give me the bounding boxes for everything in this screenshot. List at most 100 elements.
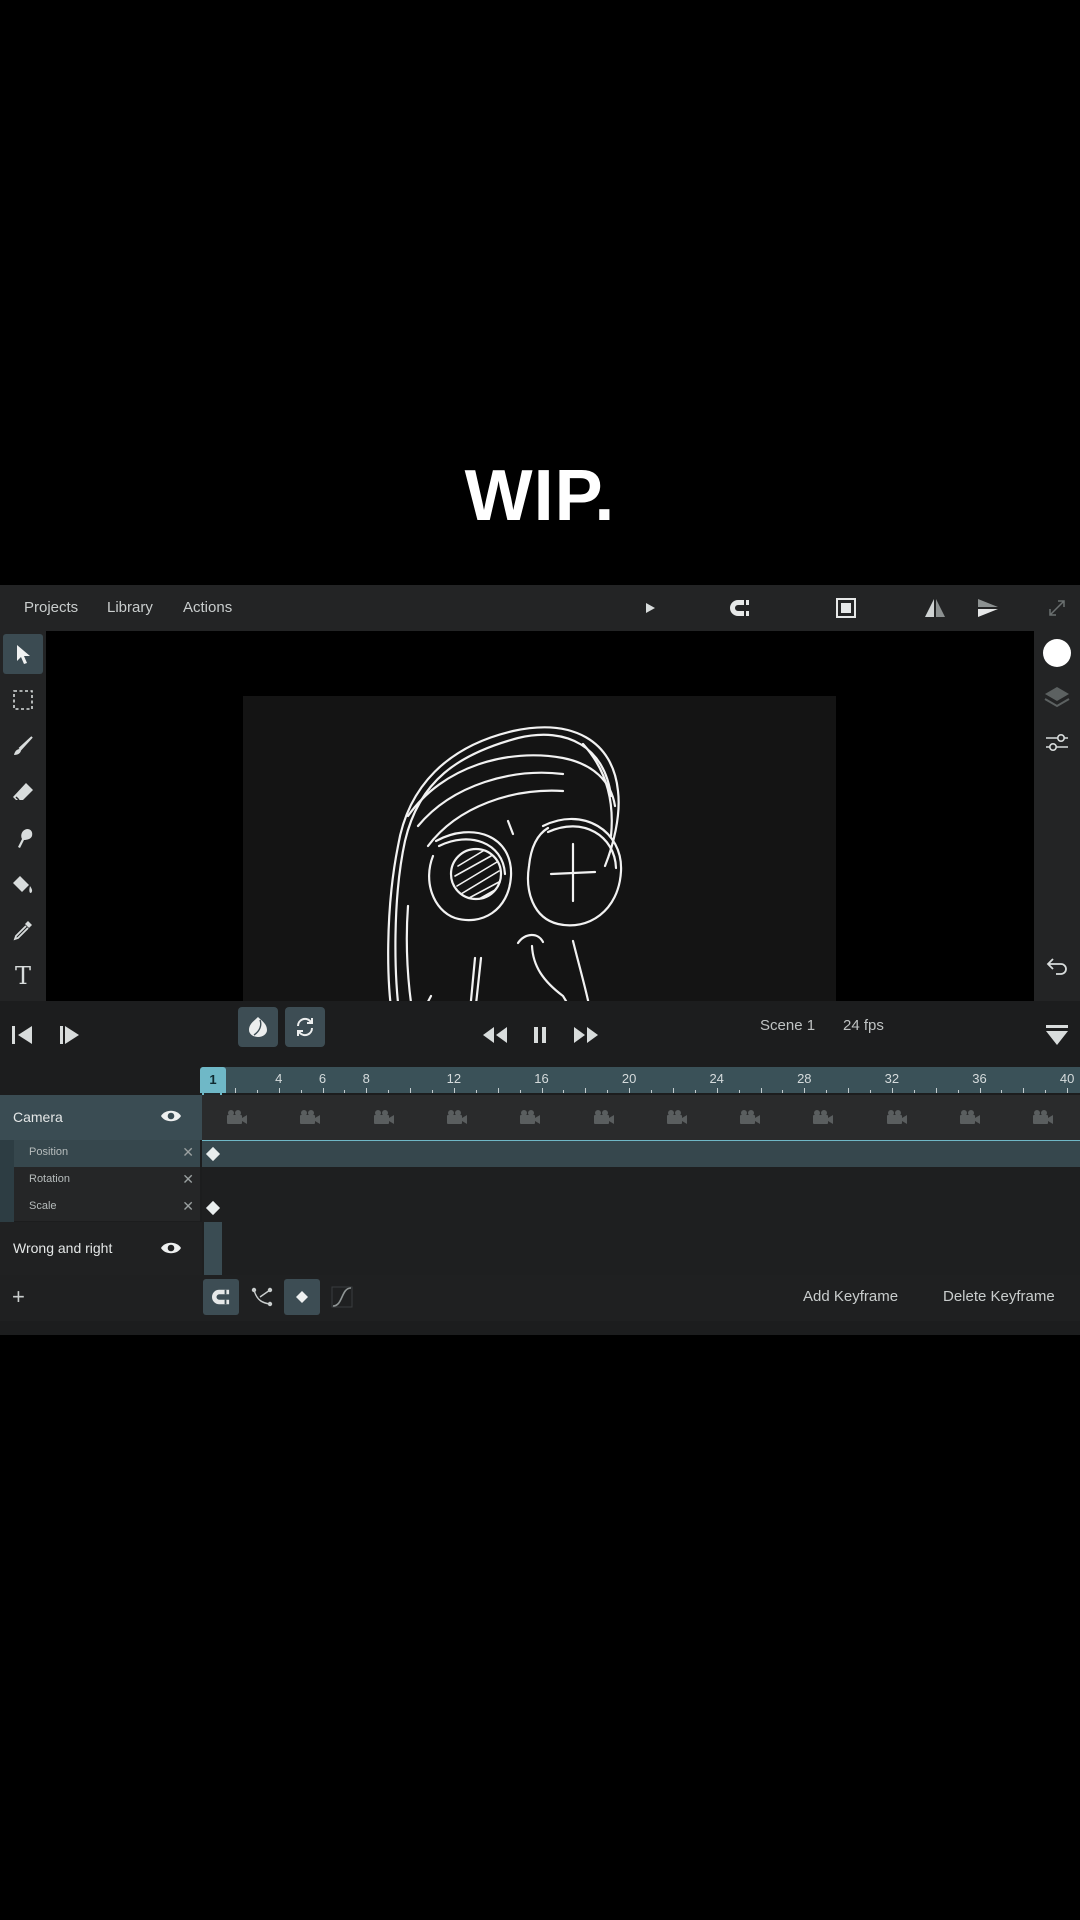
ruler-tick xyxy=(804,1088,806,1093)
ruler-label: 28 xyxy=(797,1071,812,1086)
position-track[interactable] xyxy=(202,1140,1080,1167)
ruler-label: 40 xyxy=(1059,1071,1075,1086)
layer-camera[interactable]: Camera xyxy=(0,1095,202,1140)
keyframe[interactable] xyxy=(205,1146,221,1162)
ruler-tick xyxy=(300,1090,302,1093)
layers-icon[interactable] xyxy=(1043,683,1071,711)
ruler-tick xyxy=(1023,1088,1025,1093)
ruler-tick xyxy=(870,1090,871,1093)
smudge-tool-icon[interactable] xyxy=(3,818,43,858)
close-icon[interactable]: ✕ xyxy=(182,1144,194,1161)
camera-icon xyxy=(812,1109,834,1125)
magnet-icon[interactable] xyxy=(203,1279,239,1315)
flip-horizontal-icon[interactable] xyxy=(923,596,947,620)
eye-icon[interactable] xyxy=(160,1240,182,1261)
camera-track[interactable] xyxy=(202,1095,1080,1140)
sketch-drawing xyxy=(387,726,623,1034)
property-position[interactable]: Position ✕ xyxy=(14,1140,200,1167)
previous-frame-icon[interactable] xyxy=(8,1021,36,1049)
ruler-label: 16 xyxy=(534,1071,549,1086)
tools-panel: T xyxy=(0,631,46,1001)
text-tool-icon[interactable]: T xyxy=(3,956,43,996)
onion-skin-button[interactable] xyxy=(238,1007,278,1047)
ruler-label: 8 xyxy=(362,1071,370,1086)
canvas-size-icon[interactable] xyxy=(834,596,858,620)
camera-icon xyxy=(666,1109,688,1125)
pause-icon[interactable] xyxy=(526,1021,554,1049)
close-icon[interactable]: ✕ xyxy=(182,1198,194,1215)
menu-library[interactable]: Library xyxy=(107,599,153,616)
property-scale[interactable]: Scale ✕ xyxy=(14,1194,200,1221)
ruler-tick xyxy=(760,1088,762,1093)
wrong-and-right-track[interactable] xyxy=(202,1222,1080,1275)
property-rotation[interactable]: Rotation ✕ xyxy=(14,1167,200,1194)
ruler-label: 6 xyxy=(318,1071,327,1086)
fill-tool-icon[interactable] xyxy=(3,864,43,904)
caption-title: WIP. xyxy=(464,456,616,536)
fps-label[interactable]: 24 fps xyxy=(843,1017,884,1034)
ruler-label: 24 xyxy=(709,1071,724,1086)
expand-icon[interactable] xyxy=(1045,596,1069,620)
loop-button[interactable] xyxy=(285,1007,325,1047)
eyedropper-tool-icon[interactable] xyxy=(3,910,43,950)
current-frame-indicator[interactable]: 1 xyxy=(200,1067,226,1093)
motion-path-icon[interactable] xyxy=(244,1279,280,1315)
ruler-tick xyxy=(344,1090,346,1093)
marquee-tool-icon[interactable] xyxy=(3,680,43,720)
camera-icon xyxy=(959,1109,981,1125)
rotation-track[interactable] xyxy=(202,1167,1080,1194)
fast-forward-icon[interactable] xyxy=(572,1021,600,1049)
animation-app: Projects Library Actions T Scene 1 24 fp… xyxy=(0,585,1080,1335)
delete-keyframe-button[interactable]: Delete Keyframe xyxy=(943,1288,1055,1305)
keyframe[interactable] xyxy=(205,1200,221,1216)
collapse-timeline-icon[interactable] xyxy=(1043,1021,1071,1049)
top-bar: Projects Library Actions xyxy=(0,585,1080,631)
flip-vertical-icon[interactable] xyxy=(976,596,1000,620)
ruler-tick xyxy=(694,1090,696,1093)
scene-name[interactable]: Scene 1 xyxy=(760,1017,815,1034)
ruler-tick xyxy=(1001,1090,1003,1093)
ruler-label: 36 xyxy=(972,1071,987,1086)
layer-name: Camera xyxy=(13,1109,63,1125)
eye-icon[interactable] xyxy=(160,1108,182,1129)
timeline-ruler[interactable]: 4 6 8 12 16 20 24 28 32 36 40 xyxy=(202,1067,1080,1093)
scale-track[interactable] xyxy=(202,1194,1080,1222)
close-icon[interactable]: ✕ xyxy=(182,1171,194,1188)
rewind-icon[interactable] xyxy=(481,1021,509,1049)
stage-area[interactable] xyxy=(46,631,1034,1034)
ruler-tick xyxy=(1045,1090,1047,1093)
magnet-icon[interactable] xyxy=(728,596,752,620)
ruler-tick xyxy=(278,1088,280,1093)
ruler-tick xyxy=(891,1088,893,1093)
add-keyframe-button[interactable]: Add Keyframe xyxy=(803,1288,898,1305)
property-label: Rotation xyxy=(29,1173,70,1185)
right-panel xyxy=(1034,631,1080,1001)
ruler-tick xyxy=(979,1088,981,1093)
menu-actions[interactable]: Actions xyxy=(183,599,232,616)
loop-icon xyxy=(296,1017,314,1037)
ruler-tick xyxy=(388,1090,390,1093)
ruler-label: 32 xyxy=(884,1071,900,1086)
ruler-tick xyxy=(585,1088,587,1093)
ruler-tick xyxy=(453,1088,455,1093)
ruler-tick xyxy=(432,1090,433,1093)
ruler-tick xyxy=(629,1088,631,1093)
adjustments-icon[interactable] xyxy=(1043,729,1071,757)
eraser-tool-icon[interactable] xyxy=(3,772,43,812)
easing-curve-icon[interactable] xyxy=(324,1279,360,1315)
select-tool-icon[interactable] xyxy=(3,634,43,674)
ruler-tick xyxy=(782,1090,784,1093)
menu-projects[interactable]: Projects xyxy=(24,599,78,616)
layer-wrong-and-right[interactable]: Wrong and right xyxy=(0,1222,202,1275)
play-icon[interactable] xyxy=(638,596,662,620)
brush-tool-icon[interactable] xyxy=(3,726,43,766)
drawing-canvas[interactable] xyxy=(243,696,836,1034)
keyframe-mode-icon[interactable] xyxy=(284,1279,320,1315)
ruler-label: 4 xyxy=(275,1071,283,1086)
add-layer-button[interactable]: + xyxy=(12,1284,25,1310)
next-frame-icon[interactable] xyxy=(56,1021,84,1049)
frame-cell[interactable] xyxy=(204,1222,222,1275)
timeline-bottom-bar: + Add Keyframe Delete Keyframe xyxy=(0,1275,1080,1321)
undo-icon[interactable] xyxy=(1043,951,1071,979)
color-swatch[interactable] xyxy=(1043,639,1071,667)
